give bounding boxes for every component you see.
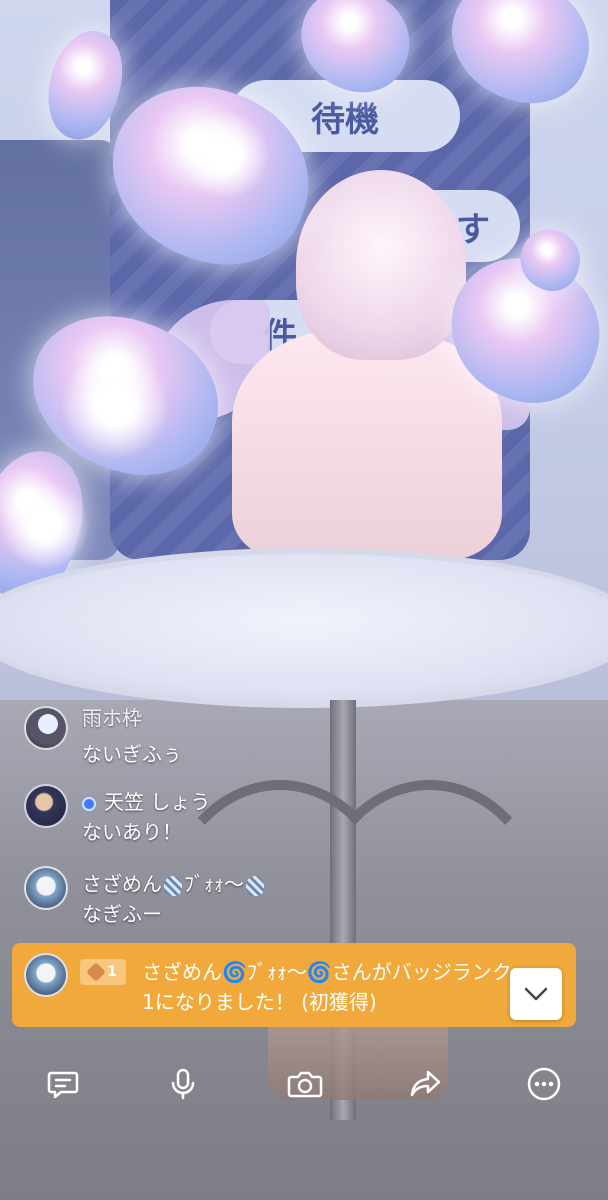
- badge-notice-text: さざめん🌀ﾌﾞｫｫ～🌀さんがバッジランク1になりました！ (初獲得): [142, 960, 512, 1014]
- chat-text: なぎふー: [82, 902, 162, 926]
- scroll-to-latest-button[interactable]: [510, 968, 562, 1020]
- comment-icon: [47, 1071, 79, 1099]
- camera-icon: [287, 1071, 323, 1098]
- sparkle: [60, 350, 170, 460]
- chat-avatar[interactable]: [24, 706, 68, 750]
- chat-username-row[interactable]: さざめん ﾌﾞｫｫ～: [82, 868, 266, 897]
- emote-icon: [246, 875, 264, 896]
- share-icon: [410, 1070, 441, 1097]
- more-icon: [527, 1067, 561, 1101]
- chat-username: さざめん: [82, 872, 162, 896]
- badge-rank-number: 1: [107, 964, 117, 980]
- badge-rank-chip: 1: [80, 959, 126, 985]
- microphone-button[interactable]: [161, 1062, 205, 1106]
- chevron-down-icon: [524, 987, 548, 1001]
- chat-text: ないぎふぅ: [82, 742, 182, 766]
- more-button[interactable]: [522, 1062, 566, 1106]
- microphone-icon: [171, 1068, 195, 1100]
- notice-avatar: [24, 953, 68, 997]
- character-head: [296, 170, 466, 360]
- scene-table-top: [0, 548, 608, 708]
- share-button[interactable]: [404, 1062, 448, 1106]
- sparkle: [0, 480, 90, 570]
- emote-icon: [164, 875, 182, 896]
- verified-badge-icon: [82, 796, 96, 811]
- sparkle: [180, 110, 270, 200]
- badge-rank-notice[interactable]: 1 さざめん🌀ﾌﾞｫｫ～🌀さんがバッジランク1になりました！ (初獲得): [12, 943, 576, 1027]
- badge-heart-icon: [86, 962, 107, 982]
- chat-text: ないあり！: [82, 820, 182, 844]
- comment-button[interactable]: [41, 1062, 85, 1106]
- chat-avatar[interactable]: [24, 866, 68, 910]
- chat-username-suffix: ﾌﾞｫｫ～: [184, 872, 244, 896]
- chat-username: 天笠 しょう: [104, 790, 211, 814]
- character-body: [232, 330, 502, 560]
- camera-button[interactable]: [283, 1062, 327, 1106]
- chat-avatar[interactable]: [24, 784, 68, 828]
- chat-username-row[interactable]: 天笠 しょう: [82, 786, 210, 815]
- chat-username[interactable]: 雨ホ枠: [82, 702, 142, 731]
